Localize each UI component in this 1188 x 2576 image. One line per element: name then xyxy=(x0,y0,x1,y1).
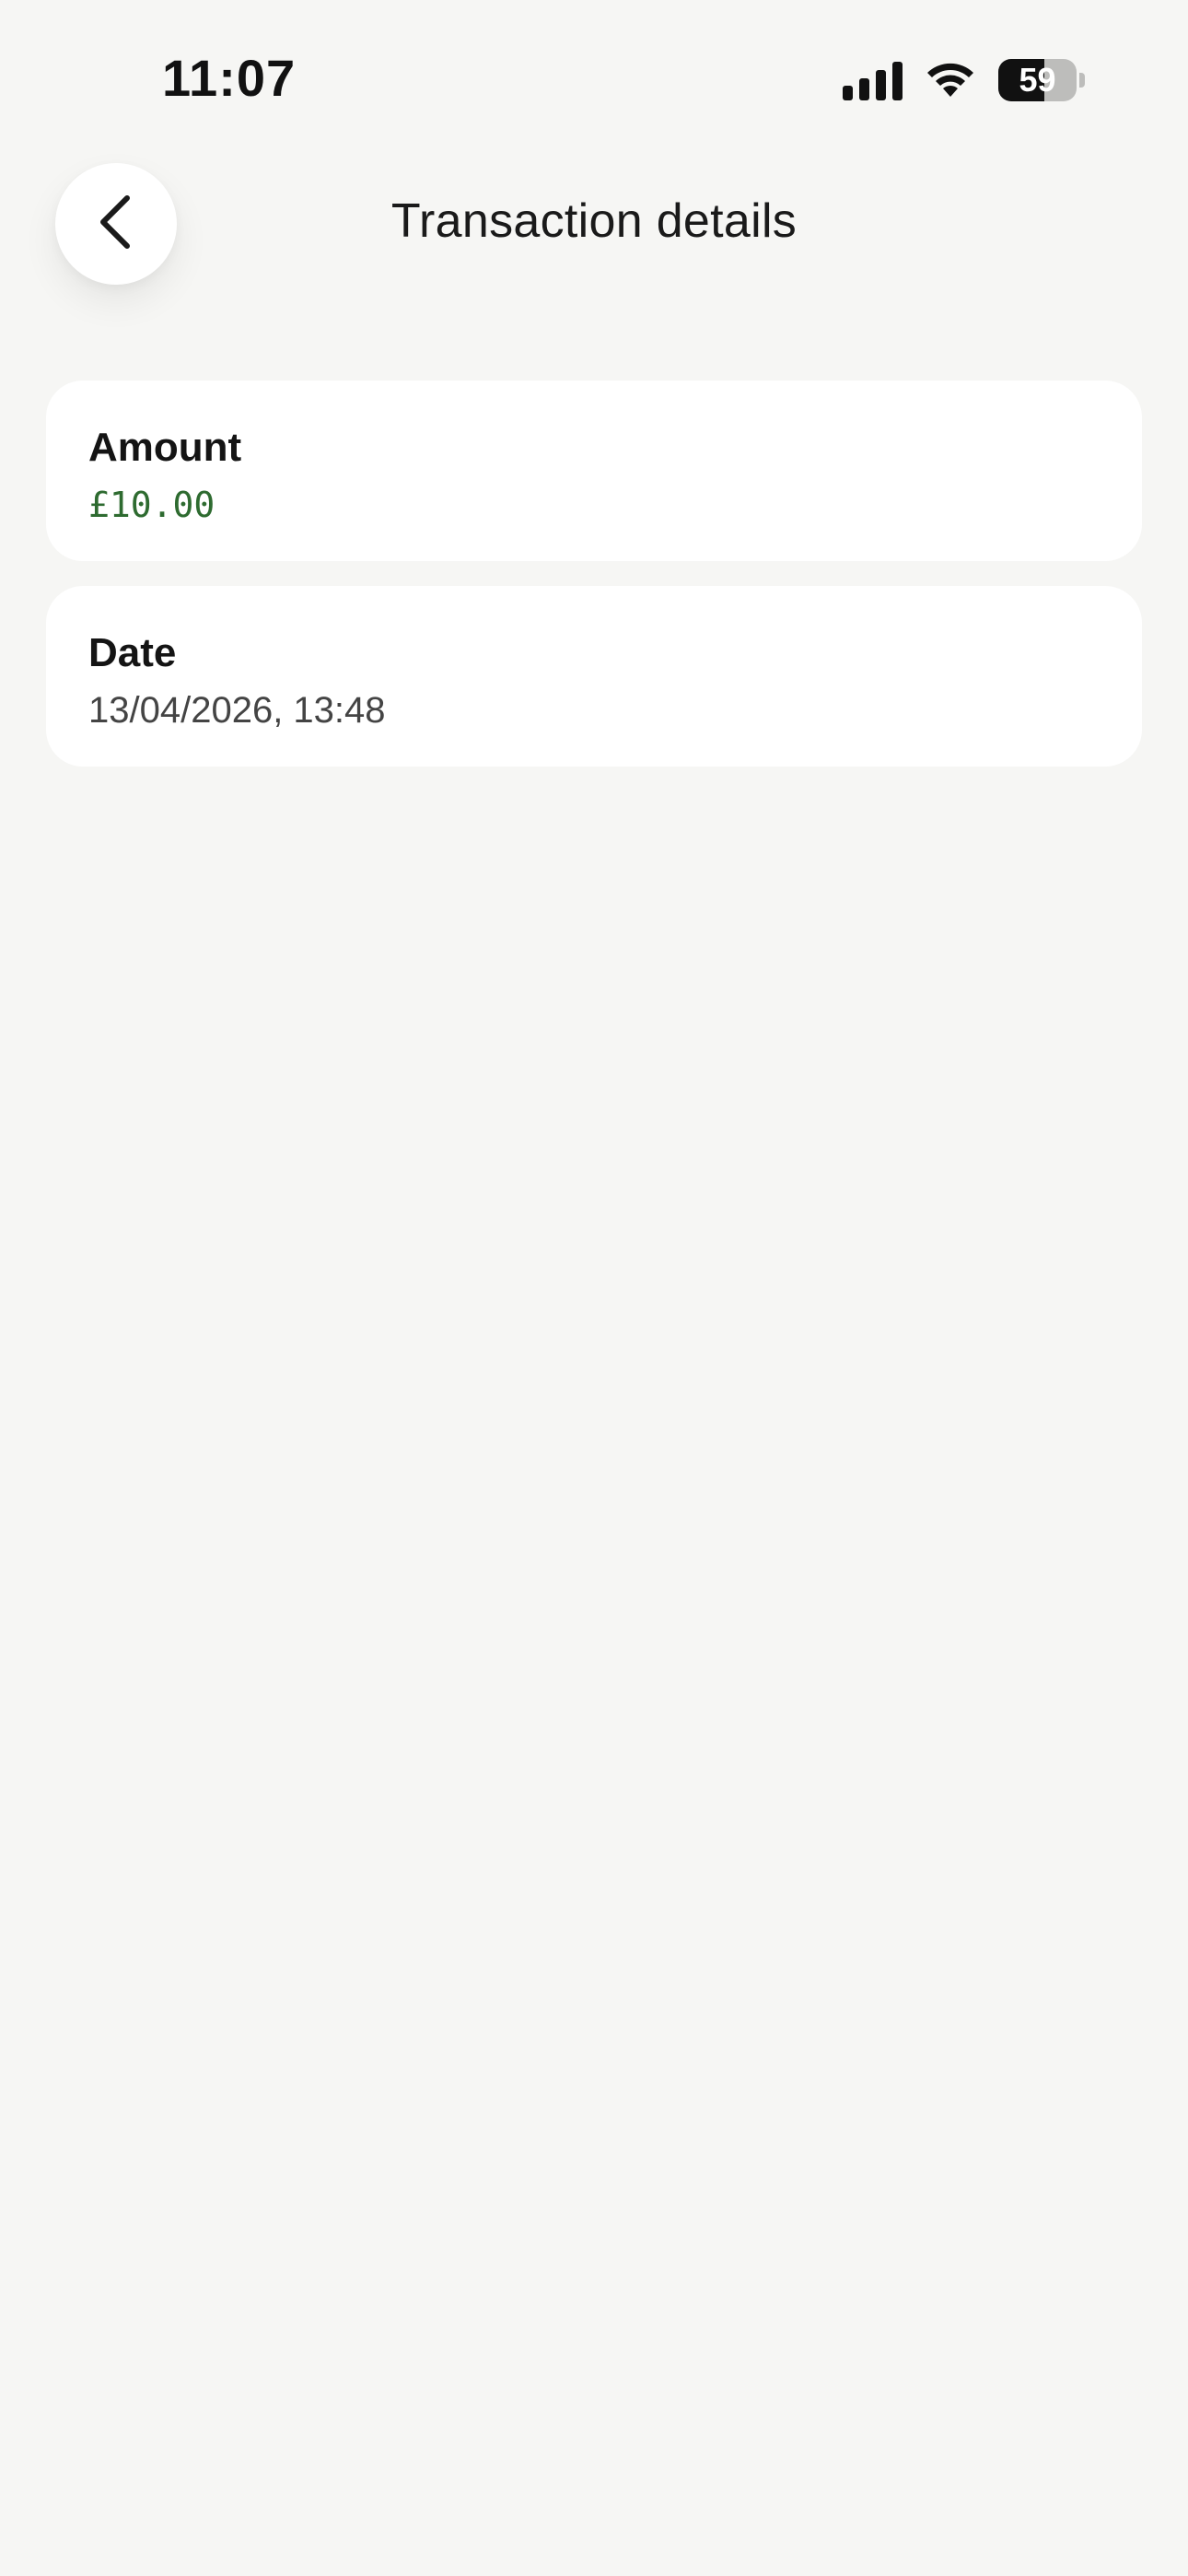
status-bar: 11:07 59 xyxy=(0,0,1188,157)
date-label: Date xyxy=(88,630,177,675)
status-time: 11:07 xyxy=(162,49,297,107)
amount-card: Amount £10.00 xyxy=(46,381,1142,561)
wifi-icon xyxy=(923,60,978,100)
amount-label: Amount xyxy=(88,425,242,470)
signal-icon xyxy=(843,60,903,100)
battery-level: 59 xyxy=(1019,61,1056,99)
battery-icon: 59 xyxy=(998,59,1085,101)
page-title: Transaction details xyxy=(390,194,798,248)
status-indicators: 59 xyxy=(843,55,1085,105)
amount-value: £10.00 xyxy=(88,485,215,525)
date-value: 13/04/2026, 13:48 xyxy=(88,690,386,731)
date-card: Date 13/04/2026, 13:48 xyxy=(46,586,1142,767)
